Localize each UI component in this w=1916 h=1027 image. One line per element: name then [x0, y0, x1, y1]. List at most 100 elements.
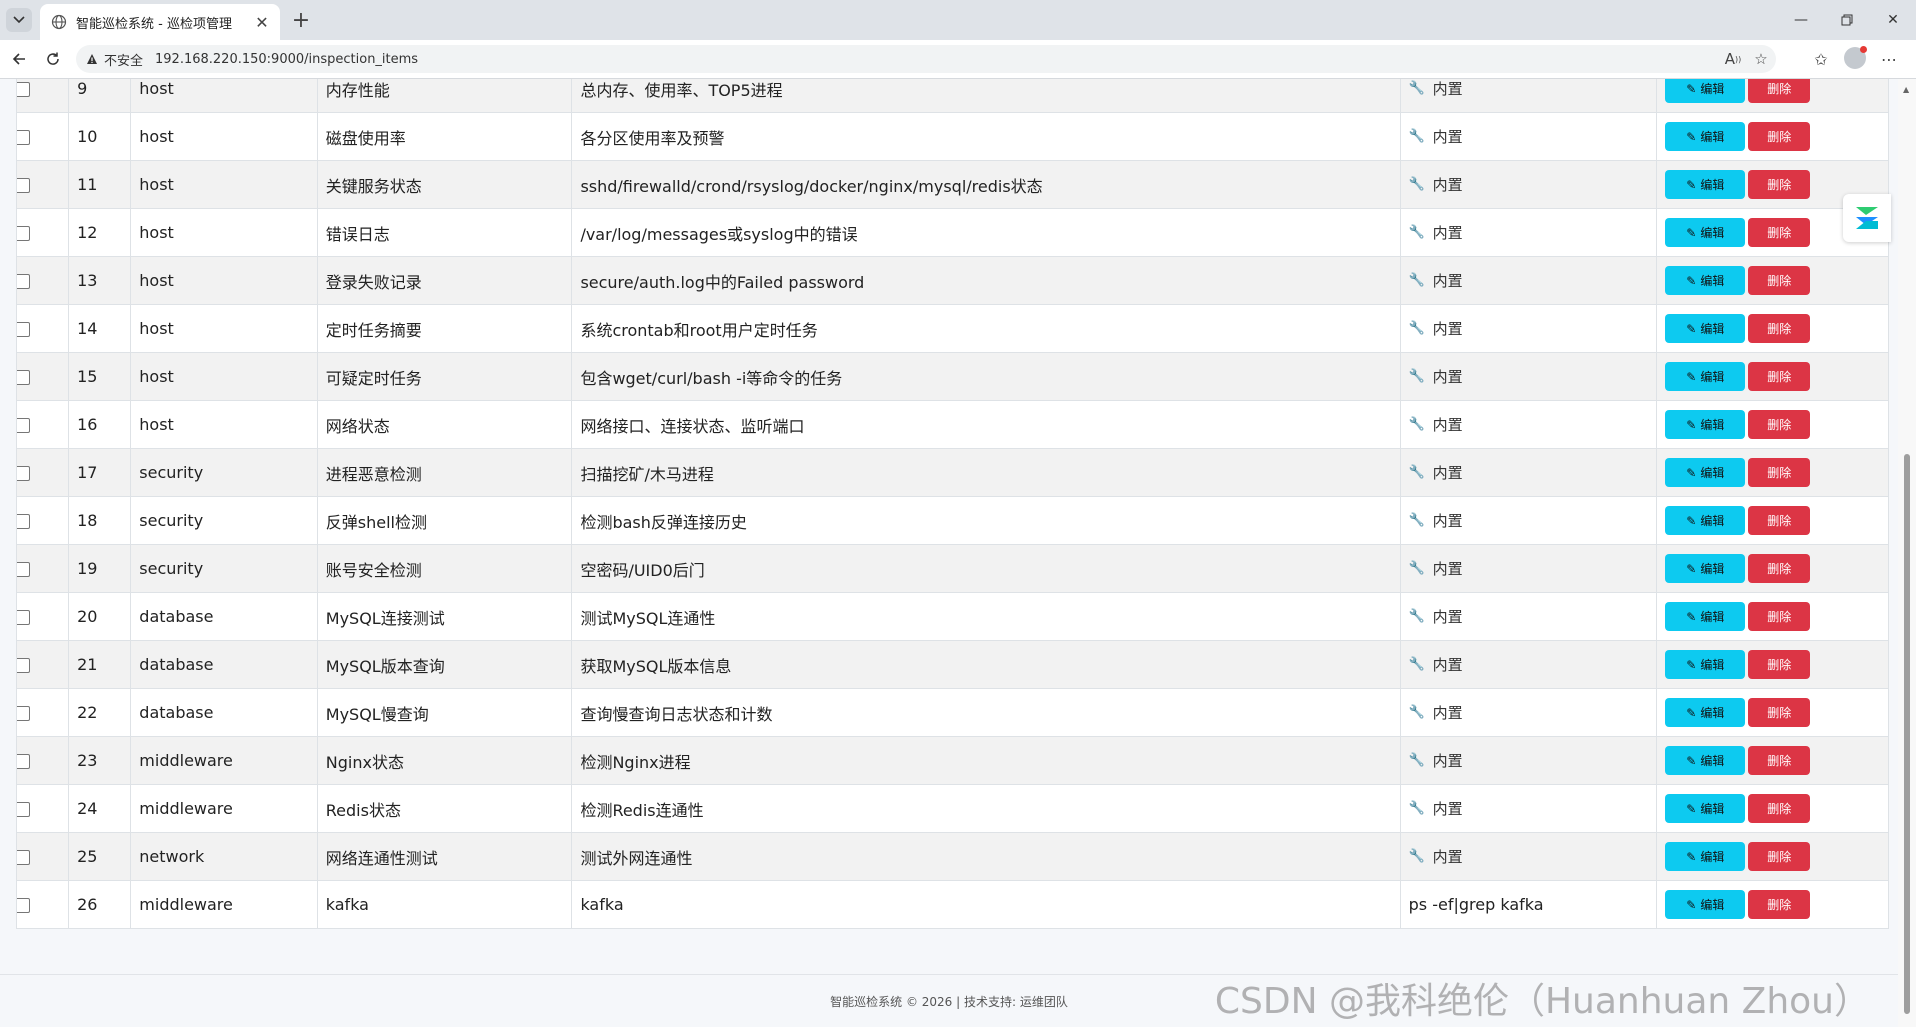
wrench-icon: 🔧 [1408, 465, 1425, 480]
edit-button[interactable]: ✎ 编辑 [1665, 890, 1746, 919]
delete-button[interactable]: 删除 [1748, 79, 1811, 103]
row-select-cell [15, 400, 70, 449]
edit-button[interactable]: ✎ 编辑 [1665, 698, 1746, 727]
more-options-icon[interactable]: ⋯ [1872, 47, 1906, 71]
edit-label: 编辑 [1700, 562, 1725, 576]
delete-label: 删除 [1767, 610, 1792, 624]
item-id: 9 [77, 79, 88, 98]
category-cell: database [130, 688, 318, 737]
delete-button[interactable]: 删除 [1748, 362, 1811, 391]
row-checkbox[interactable] [17, 802, 30, 817]
edit-label: 编辑 [1700, 274, 1725, 288]
delete-button[interactable]: 删除 [1748, 218, 1811, 247]
wrench-icon: 🔧 [1408, 513, 1425, 528]
row-checkbox[interactable] [17, 418, 30, 433]
wrench-icon: 🔧 [1408, 705, 1425, 720]
scroll-up-icon[interactable]: ▲ [1903, 85, 1909, 94]
edit-button[interactable]: ✎ 编辑 [1665, 410, 1746, 439]
delete-button[interactable]: 删除 [1748, 266, 1811, 295]
edit-button[interactable]: ✎ 编辑 [1665, 650, 1746, 679]
row-checkbox[interactable] [17, 658, 30, 673]
edit-label: 编辑 [1700, 754, 1725, 768]
delete-button[interactable]: 删除 [1748, 842, 1811, 871]
row-checkbox[interactable] [17, 898, 30, 913]
edit-button[interactable]: ✎ 编辑 [1665, 122, 1746, 151]
category-cell: host [130, 112, 318, 161]
profile-avatar[interactable] [1844, 46, 1867, 69]
builtin-indicator: 🔧 内置 [1409, 750, 1649, 771]
edit-button[interactable]: ✎ 编辑 [1665, 170, 1746, 199]
row-checkbox[interactable] [17, 274, 30, 289]
edit-button[interactable]: ✎ 编辑 [1665, 314, 1746, 343]
name-cell: kafka [316, 880, 573, 929]
refresh-icon[interactable] [40, 47, 66, 71]
row-select-cell [15, 304, 70, 353]
url-text[interactable]: 192.168.220.150:9000/inspection_items [155, 52, 1720, 67]
delete-button[interactable]: 删除 [1748, 890, 1811, 919]
row-checkbox[interactable] [17, 226, 30, 241]
favorite-star-icon[interactable]: ☆ [1748, 47, 1774, 71]
back-arrow-icon[interactable] [6, 47, 32, 71]
delete-button[interactable]: 删除 [1748, 170, 1811, 199]
close-window-icon[interactable]: ✕ [1870, 0, 1916, 40]
edit-button[interactable]: ✎ 编辑 [1665, 266, 1746, 295]
delete-button[interactable]: 删除 [1748, 410, 1811, 439]
scrollbar-thumb[interactable] [1904, 454, 1910, 1014]
sidebar-assistant-icon[interactable] [1843, 194, 1891, 242]
edit-button[interactable]: ✎ 编辑 [1665, 554, 1746, 583]
delete-button[interactable]: 删除 [1748, 554, 1811, 583]
delete-button[interactable]: 删除 [1748, 698, 1811, 727]
builtin-indicator: 🔧 内置 [1409, 798, 1649, 819]
row-checkbox[interactable] [17, 178, 30, 193]
insecure-label[interactable]: 不安全 [104, 50, 143, 69]
delete-button[interactable]: 删除 [1748, 794, 1811, 823]
row-checkbox[interactable] [17, 706, 30, 721]
delete-button[interactable]: 删除 [1748, 650, 1811, 679]
restore-icon[interactable] [1824, 0, 1870, 40]
item-description: 检测bash反弹连接历史 [580, 512, 747, 532]
tab-title: 智能巡检系统 - 巡检项管理 [76, 16, 232, 32]
row-checkbox[interactable] [17, 610, 30, 625]
row-checkbox[interactable] [17, 466, 30, 481]
item-name: Redis状态 [325, 800, 401, 820]
actions-cell: ✎ 编辑 删除 [1656, 784, 1889, 833]
delete-button[interactable]: 删除 [1748, 746, 1811, 775]
item-command: 内置 [1432, 368, 1463, 386]
edit-button[interactable]: ✎ 编辑 [1665, 218, 1746, 247]
delete-button[interactable]: 删除 [1748, 458, 1811, 487]
edit-button[interactable]: ✎ 编辑 [1665, 842, 1746, 871]
tab-list-chevron-icon[interactable] [6, 8, 32, 32]
item-description: 扫描挖矿/木马进程 [580, 464, 714, 484]
edit-button[interactable]: ✎ 编辑 [1665, 794, 1746, 823]
favorites-icon[interactable]: ✩ [1804, 47, 1838, 71]
url-bar[interactable]: 不安全 192.168.220.150:9000/inspection_item… [76, 45, 1776, 73]
delete-button[interactable]: 删除 [1748, 314, 1811, 343]
row-checkbox[interactable] [17, 322, 30, 337]
edit-button[interactable]: ✎ 编辑 [1665, 362, 1746, 391]
footer-text: 智能巡检系统 © 2026 | 技术支持: 运维团队 [830, 995, 1068, 1009]
row-checkbox[interactable] [17, 850, 30, 865]
edit-button[interactable]: ✎ 编辑 [1665, 602, 1746, 631]
edit-button[interactable]: ✎ 编辑 [1665, 458, 1746, 487]
delete-button[interactable]: 删除 [1748, 506, 1811, 535]
row-checkbox[interactable] [17, 130, 30, 145]
edit-button[interactable]: ✎ 编辑 [1665, 79, 1746, 103]
edit-button[interactable]: ✎ 编辑 [1665, 506, 1746, 535]
delete-button[interactable]: 删除 [1748, 602, 1811, 631]
close-tab-icon[interactable]: ✕ [252, 12, 272, 32]
vertical-scrollbar[interactable]: ▲ [1898, 79, 1916, 1027]
browser-tab[interactable]: 智能巡检系统 - 巡检项管理 ✕ [40, 4, 280, 40]
row-checkbox[interactable] [17, 562, 30, 577]
new-tab-button[interactable]: + [288, 8, 314, 33]
read-aloud-icon[interactable]: A)) [1720, 47, 1746, 71]
row-checkbox[interactable] [17, 370, 30, 385]
item-id: 21 [77, 655, 98, 674]
wrench-icon: 🔧 [1408, 753, 1425, 768]
row-checkbox[interactable] [17, 754, 30, 769]
delete-button[interactable]: 删除 [1748, 122, 1811, 151]
name-cell: 登录失败记录 [316, 256, 573, 305]
row-checkbox[interactable] [17, 514, 30, 529]
minimize-icon[interactable]: — [1778, 0, 1824, 40]
edit-button[interactable]: ✎ 编辑 [1665, 746, 1746, 775]
row-checkbox[interactable] [17, 82, 30, 97]
